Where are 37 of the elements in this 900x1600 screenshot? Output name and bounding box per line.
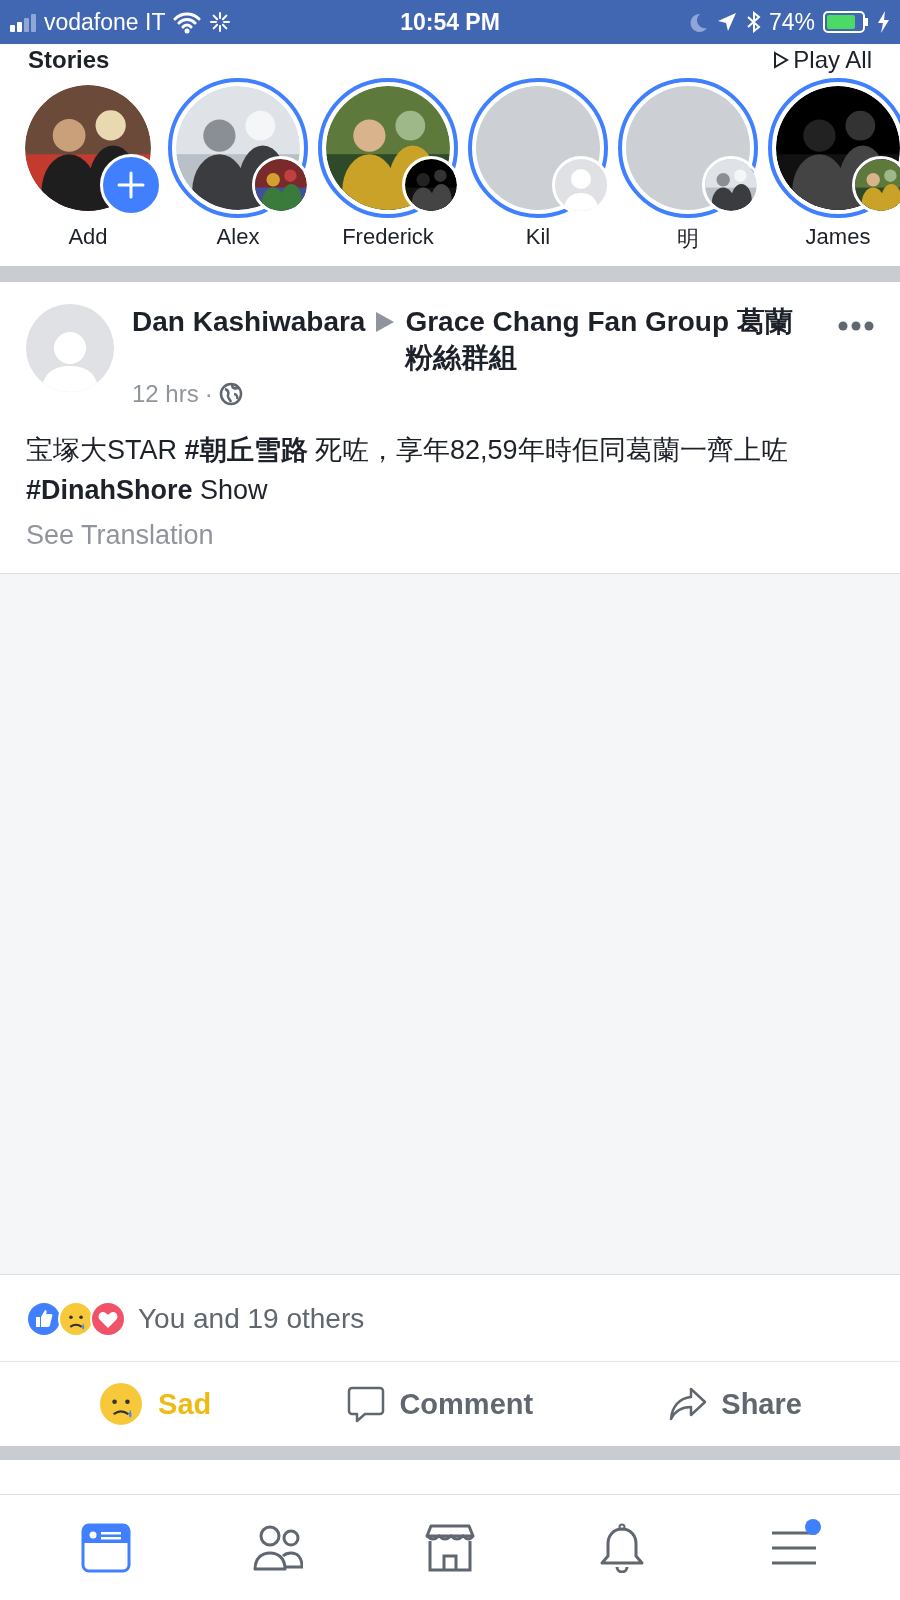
more-options-icon[interactable] [838, 320, 874, 332]
share-arrow-icon [669, 1385, 708, 1423]
signal-icon [10, 12, 36, 32]
carrier-name: vodafone IT [44, 8, 166, 36]
speech-bubble-icon [347, 1385, 386, 1423]
loading-spinner-icon [209, 11, 232, 33]
plus-icon [117, 171, 145, 199]
arrow-right-icon [375, 311, 396, 333]
story-name: Frederick [342, 224, 434, 250]
post-text: 宝塚大STAR #朝丘雪路 死咗，享年82,59年時佢同葛蘭一齊上咗 #DinahShore Show [25, 434, 789, 507]
sad-face-icon [58, 1301, 94, 1337]
battery-percent: 74% [768, 8, 815, 36]
play-all-link[interactable]: Play All [773, 46, 872, 74]
sad-face-icon [98, 1381, 145, 1427]
group-name-link[interactable]: Grace Chang Fan Group 葛蘭粉絲群組 [405, 304, 820, 376]
globe-icon [218, 382, 243, 406]
like-icon [26, 1301, 62, 1337]
story-name: Kil [525, 224, 551, 250]
wifi-icon [173, 10, 202, 34]
storefront-icon [425, 1522, 475, 1573]
clock-time: 10:54 PM [400, 8, 500, 36]
section-title: Stories [28, 46, 110, 74]
charging-bolt-icon [877, 11, 890, 33]
share-button[interactable]: Share [661, 1381, 810, 1427]
dot-separator: · [204, 380, 213, 408]
battery-icon [823, 11, 869, 33]
post-time: 12 hrs [132, 380, 199, 408]
author-name-link[interactable]: Dan Kashiwabara [132, 304, 366, 340]
comment-button[interactable]: Comment [339, 1381, 542, 1427]
story-name: Add [68, 224, 108, 250]
story-name: 明 [677, 225, 699, 253]
play-icon [773, 51, 790, 69]
see-translation-link[interactable]: See Translation [26, 520, 214, 550]
story-name: Alex [216, 224, 260, 250]
reaction-summary: You and 19 others [138, 1303, 365, 1335]
story-name: James [805, 224, 871, 250]
news-feed-icon [81, 1522, 131, 1573]
